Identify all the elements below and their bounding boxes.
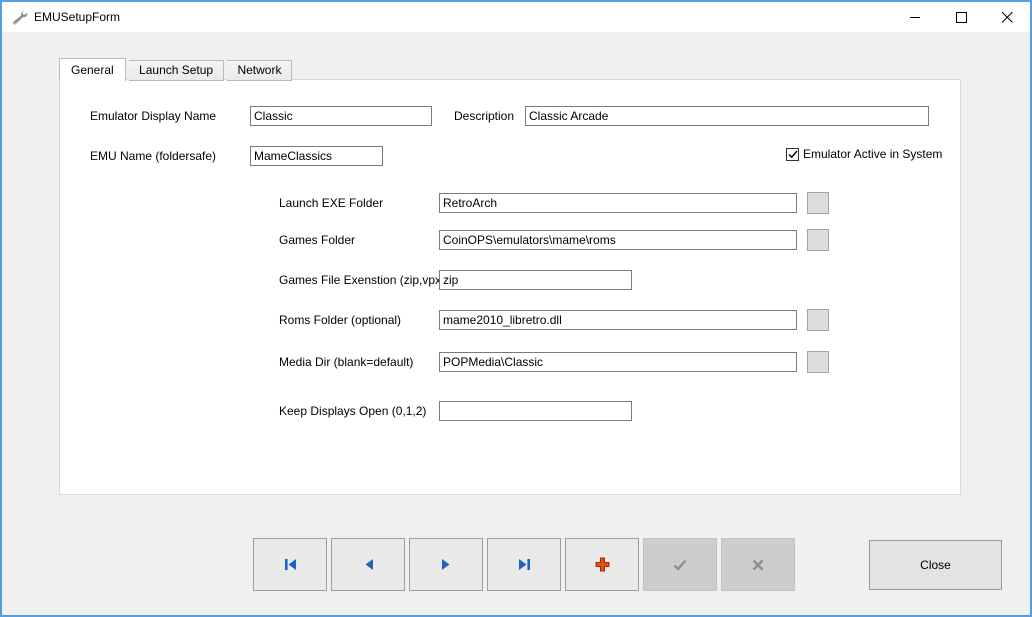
checkbox-check-icon xyxy=(786,148,799,161)
add-record-icon xyxy=(595,557,610,572)
close-button[interactable]: Close xyxy=(869,540,1002,590)
display-name-input[interactable] xyxy=(250,106,432,126)
media-dir-browse-button[interactable] xyxy=(807,351,829,373)
launch-exe-input[interactable] xyxy=(439,193,797,213)
tab-launch-setup[interactable]: Launch Setup xyxy=(129,60,224,81)
description-input[interactable] xyxy=(525,106,929,126)
games-folder-label: Games Folder xyxy=(279,233,355,247)
next-record-button[interactable] xyxy=(409,538,483,591)
cancel-button[interactable] xyxy=(721,538,795,591)
close-icon xyxy=(1002,12,1013,23)
emu-setup-window: EMUSetupForm General Launch Setup Networ… xyxy=(0,0,1032,617)
keep-displays-label: Keep Displays Open (0,1,2) xyxy=(279,404,426,418)
media-dir-label: Media Dir (blank=default) xyxy=(279,355,413,369)
previous-record-button[interactable] xyxy=(331,538,405,591)
minimize-icon xyxy=(910,12,921,23)
tab-strip: General Launch Setup Network xyxy=(59,58,292,81)
keep-displays-input[interactable] xyxy=(439,401,632,421)
last-record-button[interactable] xyxy=(487,538,561,591)
launch-exe-label: Launch EXE Folder xyxy=(279,196,383,210)
roms-folder-label: Roms Folder (optional) xyxy=(279,313,401,327)
first-record-button[interactable] xyxy=(253,538,327,591)
next-record-icon xyxy=(440,558,453,571)
emu-name-label: EMU Name (foldersafe) xyxy=(90,149,216,163)
tab-network[interactable]: Network xyxy=(227,60,292,81)
first-record-icon xyxy=(283,558,298,571)
accept-button[interactable] xyxy=(643,538,717,591)
maximize-button[interactable] xyxy=(938,2,984,32)
tab-general[interactable]: General xyxy=(59,58,126,81)
roms-folder-input[interactable] xyxy=(439,310,797,330)
display-name-label: Emulator Display Name xyxy=(90,109,216,123)
title-bar[interactable]: EMUSetupForm xyxy=(2,2,1030,32)
games-ext-label: Games File Exenstion (zip,vpx) xyxy=(279,273,445,287)
media-dir-input[interactable] xyxy=(439,352,797,372)
last-record-icon xyxy=(517,558,532,571)
emulator-active-label: Emulator Active in System xyxy=(803,147,942,161)
roms-folder-browse-button[interactable] xyxy=(807,309,829,331)
launch-exe-browse-button[interactable] xyxy=(807,192,829,214)
wrench-icon xyxy=(10,9,28,25)
emu-name-input[interactable] xyxy=(250,146,383,166)
close-window-button[interactable] xyxy=(984,2,1030,32)
setup-tab-control: General Launch Setup Network Emulator Di… xyxy=(59,58,961,495)
description-label: Description xyxy=(454,109,514,123)
maximize-icon xyxy=(956,12,967,23)
games-folder-input[interactable] xyxy=(439,230,797,250)
emulator-active-checkbox[interactable]: Emulator Active in System xyxy=(786,147,942,161)
games-folder-browse-button[interactable] xyxy=(807,229,829,251)
cancel-icon xyxy=(752,559,764,571)
accept-icon xyxy=(673,559,687,571)
minimize-button[interactable] xyxy=(892,2,938,32)
games-ext-input[interactable] xyxy=(439,270,632,290)
add-record-button[interactable] xyxy=(565,538,639,591)
window-title: EMUSetupForm xyxy=(34,10,120,24)
previous-record-icon xyxy=(362,558,375,571)
